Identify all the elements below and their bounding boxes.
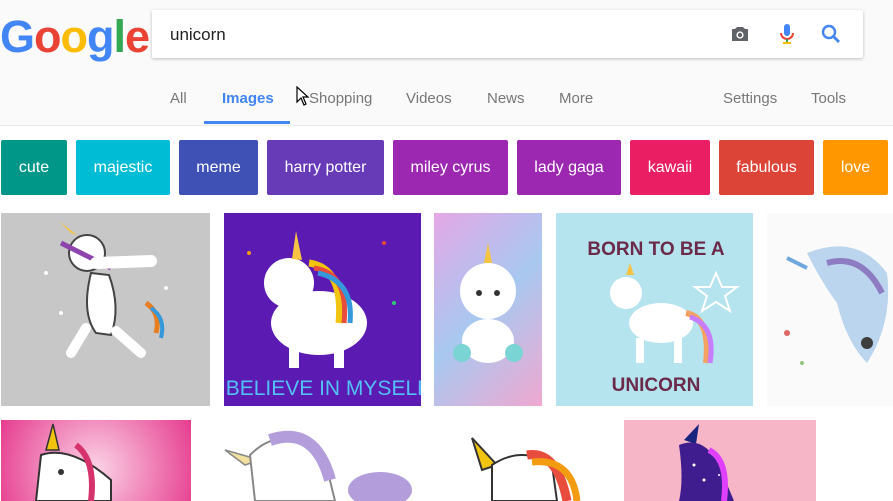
related-search-chips: cute majestic meme harry potter miley cy… <box>0 140 893 195</box>
image-result-galaxy-unicorn[interactable] <box>624 420 816 501</box>
image-result-dabbing-unicorn[interactable] <box>1 213 210 406</box>
chip-harry-potter[interactable]: harry potter <box>267 140 384 195</box>
search-icon[interactable] <box>819 22 843 46</box>
chip-meme[interactable]: meme <box>179 140 258 195</box>
chip-lady-gaga[interactable]: lady gaga <box>517 140 621 195</box>
image-result-lilac-unicorn[interactable] <box>205 420 415 501</box>
chip-love[interactable]: love <box>823 140 888 195</box>
born-caption: BORN TO BE A <box>587 239 725 260</box>
header: Google All Images Shopping Videos News M… <box>0 0 893 126</box>
image-result-watercolor-unicorn[interactable] <box>434 213 542 406</box>
tab-shopping[interactable]: Shopping <box>309 90 372 107</box>
chip-kawaii[interactable]: kawaii <box>630 140 710 195</box>
google-logo[interactable]: Google <box>0 9 150 64</box>
tab-news[interactable]: News <box>487 90 525 107</box>
tab-settings[interactable]: Settings <box>723 90 777 107</box>
mouse-cursor-icon <box>296 85 310 111</box>
search-box <box>152 10 863 58</box>
chip-fabulous[interactable]: fabulous <box>719 140 814 195</box>
tab-images[interactable]: Images <box>222 90 274 107</box>
tab-all[interactable]: All <box>170 90 187 107</box>
chip-majestic[interactable]: majestic <box>76 140 170 195</box>
image-result-painted-unicorn[interactable] <box>767 213 893 406</box>
camera-icon[interactable] <box>728 22 752 46</box>
image-result-rainbow-unicorn[interactable] <box>432 420 612 501</box>
search-tabs: All Images Shopping Videos News More Set… <box>0 78 893 124</box>
tab-videos[interactable]: Videos <box>406 90 452 107</box>
tab-tools[interactable]: Tools <box>811 90 846 107</box>
believe-caption: I BELIEVE IN MYSELF <box>224 377 421 400</box>
chip-cute[interactable]: cute <box>1 140 67 195</box>
image-result-born-unicorn[interactable]: BORN TO BE A UNICORN <box>556 213 753 406</box>
tab-more[interactable]: More <box>559 90 593 107</box>
microphone-icon[interactable] <box>775 22 799 46</box>
chip-miley-cyrus[interactable]: miley cyrus <box>393 140 508 195</box>
active-tab-indicator <box>204 121 290 124</box>
unicorn-caption: UNICORN <box>612 375 701 396</box>
search-input[interactable] <box>168 20 712 50</box>
image-result-angry-unicorn[interactable] <box>1 420 191 501</box>
image-result-believe-unicorn[interactable]: I BELIEVE IN MYSELF <box>224 213 421 406</box>
